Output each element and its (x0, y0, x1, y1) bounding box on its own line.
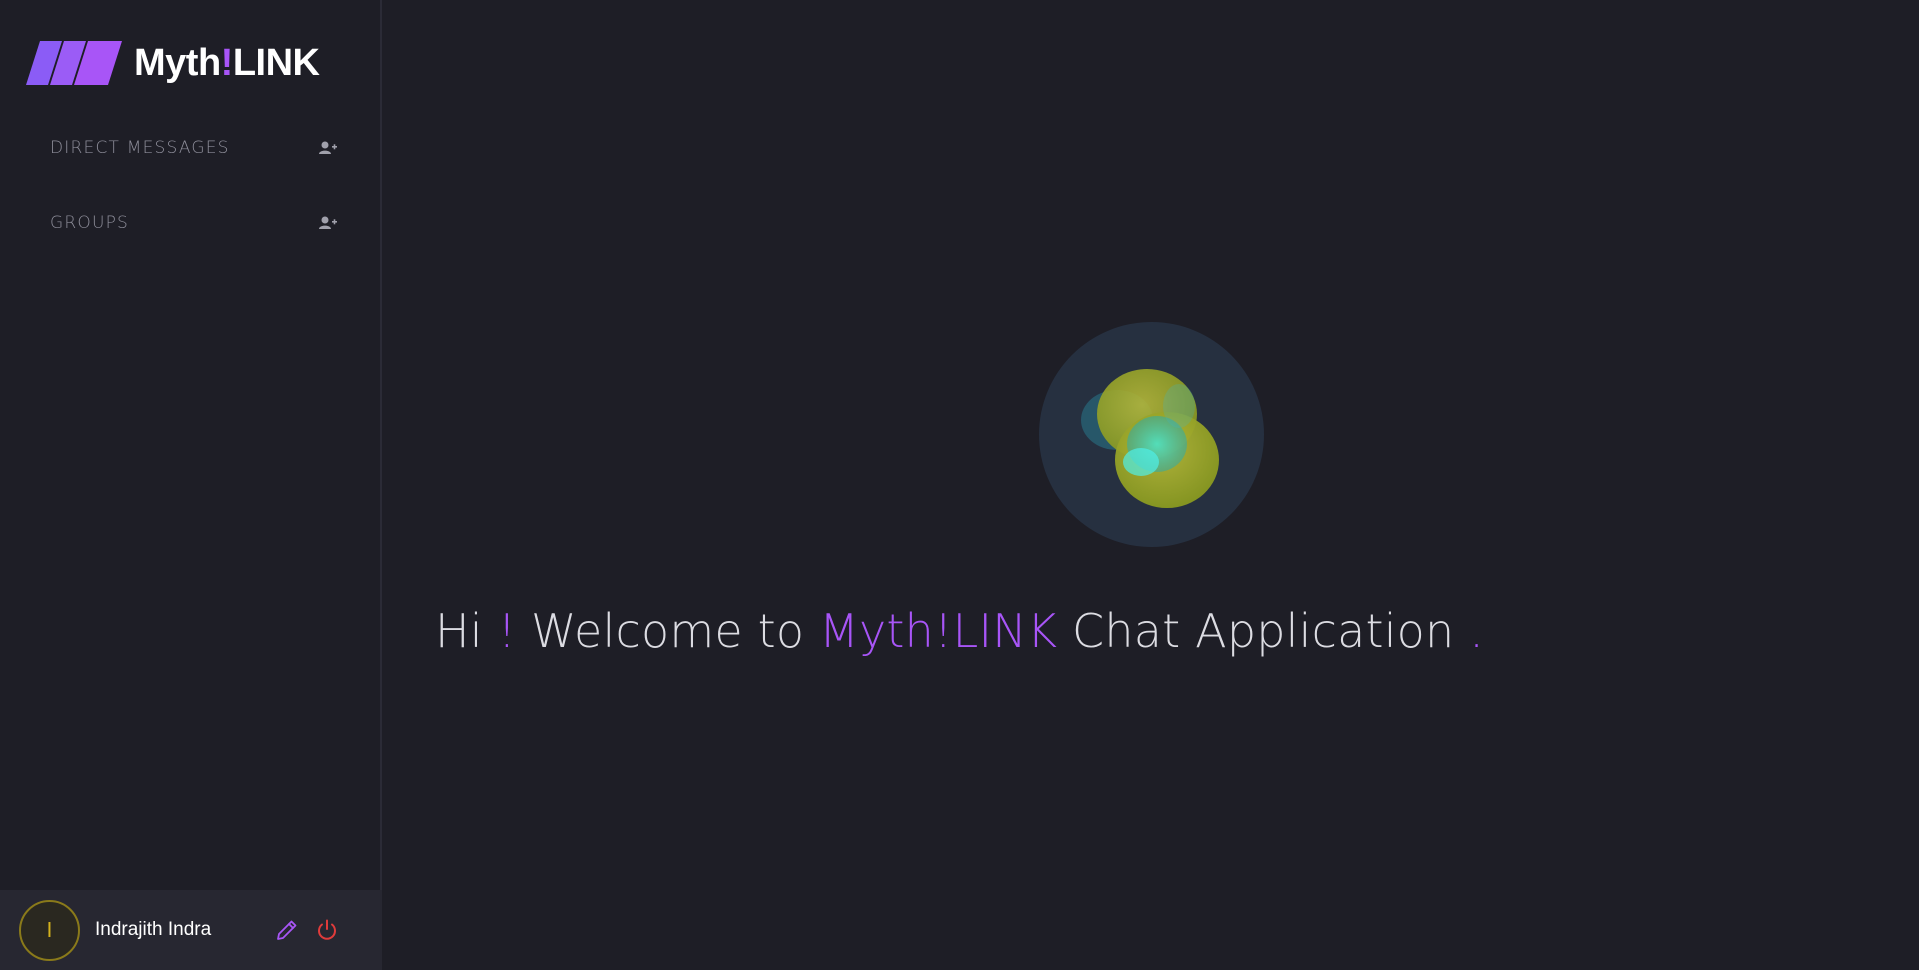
power-icon[interactable] (309, 912, 345, 948)
sidebar: Myth!LINK DIRECT MESSAGES GROUPS I Indra… (0, 0, 382, 970)
section-direct-messages[interactable]: DIRECT MESSAGES (50, 131, 340, 165)
welcome-orb-illustration (1039, 322, 1264, 547)
user-bar: I Indrajith Indra (0, 890, 382, 970)
brand-logo[interactable]: Myth!LINK (26, 40, 320, 86)
welcome-app-name: Myth!LINK (819, 604, 1058, 658)
brand-name: Myth!LINK (134, 41, 320, 84)
user-name: Indrajith Indra (95, 919, 212, 940)
pencil-icon[interactable] (269, 912, 305, 948)
welcome-message: Hi ! Welcome to Myth!LINK Chat Applicati… (434, 604, 1485, 658)
section-label-direct-messages: DIRECT MESSAGES (50, 138, 230, 158)
add-user-icon[interactable] (316, 211, 340, 235)
avatar[interactable]: I (19, 899, 80, 961)
section-label-groups: GROUPS (50, 213, 130, 233)
section-groups[interactable]: GROUPS (50, 206, 340, 240)
add-user-icon[interactable] (316, 136, 340, 160)
stripes-logo-icon (26, 41, 122, 85)
